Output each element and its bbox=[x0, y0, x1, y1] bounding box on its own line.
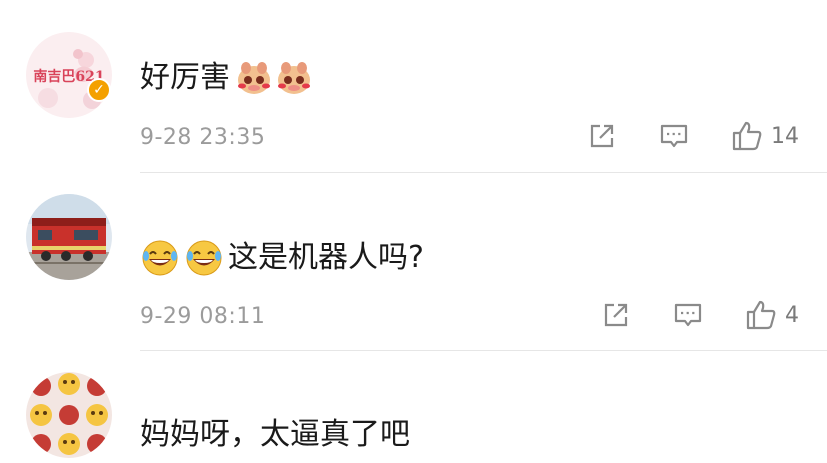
avatar[interactable]: 南吉巴621 bbox=[26, 32, 112, 118]
laughing-tears-emoji bbox=[184, 238, 224, 278]
thumbs-up-icon bbox=[746, 300, 776, 330]
comment-timestamp: 9-29 08:11 bbox=[140, 304, 266, 329]
comment-button[interactable] bbox=[673, 300, 703, 330]
verified-badge-icon: ✓ bbox=[87, 78, 111, 102]
thumbs-up-icon bbox=[732, 121, 762, 151]
like-count: 14 bbox=[771, 123, 799, 149]
share-icon bbox=[604, 303, 628, 327]
comment-body: 妈妈呀，太逼真了吧 bbox=[140, 417, 410, 452]
avatar[interactable] bbox=[26, 372, 112, 458]
emoji-collage-avatar bbox=[26, 372, 112, 458]
like-count: 4 bbox=[785, 302, 799, 328]
divider bbox=[140, 172, 827, 173]
laughing-tears-emoji bbox=[140, 238, 180, 278]
locomotive-photo-avatar bbox=[26, 194, 112, 280]
comment-icon bbox=[674, 303, 702, 327]
shy-pig-sticker bbox=[234, 58, 274, 98]
comment-body: 好厉害 bbox=[140, 60, 230, 95]
share-button[interactable] bbox=[587, 121, 617, 151]
divider bbox=[140, 350, 827, 351]
share-icon bbox=[590, 124, 614, 148]
shy-pig-sticker bbox=[274, 58, 314, 98]
share-button[interactable] bbox=[601, 300, 631, 330]
like-button[interactable]: 14 bbox=[731, 120, 799, 152]
like-button[interactable]: 4 bbox=[745, 299, 799, 331]
comment-button[interactable] bbox=[659, 121, 689, 151]
comment-body: 这是机器人吗? bbox=[228, 240, 424, 275]
comment-actions: 14 bbox=[545, 120, 799, 152]
comment-text: 这是机器人吗? bbox=[140, 238, 424, 278]
comment-text: 妈妈呀，太逼真了吧 bbox=[140, 415, 410, 455]
comment-text: 好厉害 bbox=[140, 58, 314, 98]
avatar[interactable] bbox=[26, 194, 112, 280]
comment-timestamp: 9-28 23:35 bbox=[140, 125, 266, 150]
comment-actions: 4 bbox=[559, 299, 799, 331]
comment-icon bbox=[660, 124, 688, 148]
